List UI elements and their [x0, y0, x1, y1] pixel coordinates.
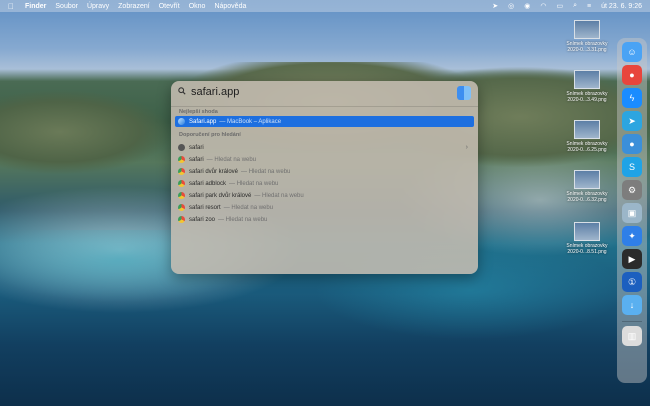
finder-app-icon	[457, 86, 471, 100]
menu-bar:  Finder Soubor Úpravy Zobrazení Otevřít…	[0, 0, 650, 12]
web-suggestion-subtitle: — Hledat na webu	[241, 168, 291, 175]
file-thumbnail	[574, 70, 600, 89]
search-icon	[178, 87, 186, 95]
trash-icon[interactable]: ▥	[622, 326, 642, 346]
spotlight-panel: Nejlepší shoda Safari.app — MacBook – Ap…	[171, 81, 478, 274]
web-search-icon	[178, 216, 185, 223]
web-search-icon	[178, 168, 185, 175]
web-suggestion-row[interactable]: safari adblock — Hledat na webu	[175, 178, 474, 189]
menu-okno[interactable]: Okno	[189, 3, 206, 10]
1password-icon[interactable]: ①	[622, 272, 642, 292]
control-center-icon[interactable]: ≡	[587, 3, 591, 10]
suggestions-section-title: Doporučení pro hledání	[179, 132, 241, 138]
rocket-icon[interactable]: ➤	[492, 2, 498, 10]
apple-menu-icon[interactable]: 	[8, 2, 18, 11]
menu-napoveda[interactable]: Nápověda	[214, 3, 246, 10]
messenger-icon[interactable]: ϟ	[622, 88, 642, 108]
dictionary-icon	[178, 144, 185, 151]
file-name-line2: 2020-0...8.51.png	[567, 249, 607, 255]
menu-soubor[interactable]: Soubor	[55, 3, 78, 10]
web-suggestion-title: safari resort	[189, 204, 221, 211]
file-name-line2: 2020-0...3.31.png	[567, 47, 607, 53]
dock: ☺ ● ϟ ➤ ● S ⚙ ▣ ✦ ▶ ① ↓ ▥	[617, 38, 647, 383]
web-suggestion-title: safari	[189, 156, 204, 163]
safari-icon[interactable]: ✦	[622, 226, 642, 246]
telegram-icon[interactable]: ➤	[622, 111, 642, 131]
vpn-icon[interactable]: ◎	[508, 2, 514, 10]
wifi-icon[interactable]: ◠	[540, 2, 546, 10]
file-thumbnail	[574, 170, 600, 189]
menu-extras: ➤ ◎ ◉ ◠ ▭ ⌕ ≡ út 23. 6. 9:26	[482, 2, 642, 10]
skype-icon[interactable]: S	[622, 157, 642, 177]
web-suggestion-subtitle: — Hledat na webu	[223, 204, 274, 211]
web-suggestion-title: safari adblock	[189, 180, 227, 187]
web-suggestion-title: safari park dvůr králové	[189, 192, 252, 199]
web-suggestion-row[interactable]: safari — Hledat na webu	[175, 154, 474, 165]
tweetbot-icon[interactable]: ●	[622, 134, 642, 154]
desktop-file[interactable]: Snímek obrazovky 2020-0...3.31.png	[562, 20, 612, 53]
web-suggestion-title: safari zoo	[189, 216, 216, 223]
desktop-file[interactable]: Snímek obrazovky 2020-0...6.25.png	[562, 120, 612, 153]
web-search-icon	[178, 192, 185, 199]
menu-otevrit[interactable]: Otevřít	[159, 3, 180, 10]
desktop-file[interactable]: Snímek obrazovky 2020-0...8.51.png	[562, 222, 612, 255]
safari-compass-icon	[178, 118, 185, 125]
web-suggestion-row[interactable]: safari dvůr králové — Hledat na webu	[175, 166, 474, 177]
preview-icon[interactable]: ▣	[622, 203, 642, 223]
web-search-icon	[178, 156, 185, 163]
top-hit-title: Safari.app	[189, 118, 217, 125]
menu-zobrazeni[interactable]: Zobrazení	[118, 3, 150, 10]
file-thumbnail	[574, 120, 600, 139]
chevron-right-icon: ›	[465, 144, 468, 151]
desktop-file[interactable]: Snímek obrazovky 2020-0...6.32.png	[562, 170, 612, 203]
user-icon[interactable]: ◉	[524, 2, 530, 10]
top-hit-row[interactable]: Safari.app — MacBook – Aplikace	[175, 116, 474, 127]
dock-separator	[622, 321, 642, 322]
file-name-line2: 2020-0...3.49.png	[567, 97, 607, 103]
menu-finder[interactable]: Finder	[25, 3, 46, 10]
spotlight-search-input[interactable]	[191, 86, 431, 98]
desktop-file[interactable]: Snímek obrazovky 2020-0...3.49.png	[562, 70, 612, 103]
web-search-icon	[178, 180, 185, 187]
top-hit-section-title: Nejlepší shoda	[179, 109, 218, 115]
final-cut-icon[interactable]: ▶	[622, 249, 642, 269]
file-name-line2: 2020-0...6.32.png	[567, 197, 607, 203]
divider	[171, 106, 478, 107]
dictionary-row-title: safari	[189, 144, 204, 151]
downloads-folder-icon[interactable]: ↓	[622, 295, 642, 315]
file-thumbnail	[574, 222, 600, 241]
web-suggestion-title: safari dvůr králové	[189, 168, 239, 175]
file-thumbnail	[574, 20, 600, 39]
spotlight-search-row	[171, 81, 478, 105]
file-name-line2: 2020-0...6.25.png	[567, 147, 607, 153]
menubar-clock[interactable]: út 23. 6. 9:26	[601, 3, 642, 10]
web-suggestion-row[interactable]: safari park dvůr králové — Hledat na web…	[175, 190, 474, 201]
search-menu-icon[interactable]: ⌕	[573, 2, 577, 10]
web-suggestion-subtitle: — Hledat na webu	[229, 180, 279, 187]
web-suggestion-subtitle: — Hledat na webu	[218, 216, 268, 223]
web-suggestion-subtitle: — Hledat na webu	[254, 192, 304, 199]
web-search-icon	[178, 204, 185, 211]
menu-upravy[interactable]: Úpravy	[87, 3, 109, 10]
web-suggestion-row[interactable]: safari resort — Hledat na webu	[175, 202, 474, 213]
system-preferences-icon[interactable]: ⚙	[622, 180, 642, 200]
dictionary-row[interactable]: safari ›	[175, 142, 474, 153]
chrome-icon[interactable]: ●	[622, 65, 642, 85]
web-suggestion-subtitle: — Hledat na webu	[206, 156, 257, 163]
finder-icon[interactable]: ☺	[622, 42, 642, 62]
top-hit-subtitle: — MacBook – Aplikace	[219, 118, 282, 125]
web-suggestion-row[interactable]: safari zoo — Hledat na webu	[175, 214, 474, 225]
battery-icon[interactable]: ▭	[556, 2, 563, 10]
